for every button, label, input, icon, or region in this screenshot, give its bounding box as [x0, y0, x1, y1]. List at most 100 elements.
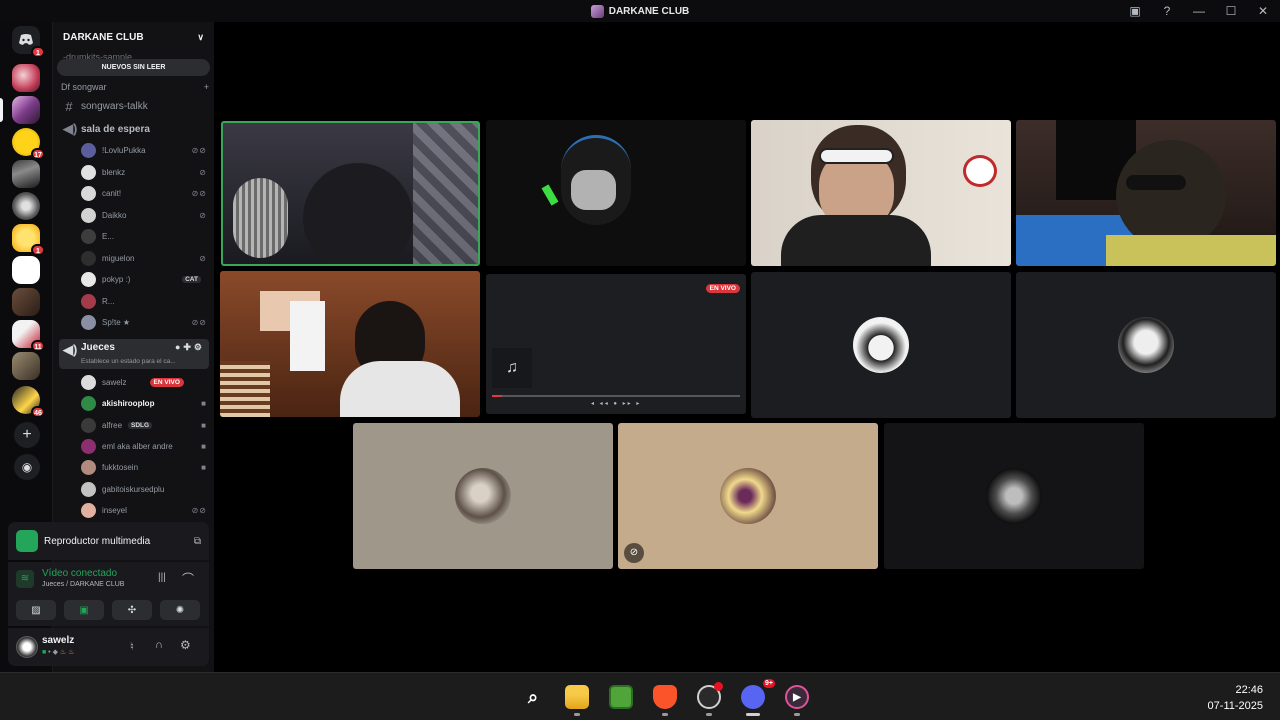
headphones-icon[interactable]: ∩	[155, 639, 163, 651]
member-name: Sp!te ★	[102, 318, 131, 327]
server-header[interactable]: DARKANE CLUB ∨	[53, 22, 214, 52]
mic-icon[interactable]: ♮	[130, 640, 134, 653]
waiting-member[interactable]: canit! ⊘⊘	[81, 184, 207, 203]
avatar	[81, 502, 96, 518]
avatar	[81, 250, 96, 266]
judge-member[interactable]: akishirooplop ■	[81, 394, 207, 413]
mute-deafen-icons: ⊘	[199, 210, 207, 220]
search-icon[interactable]: ⌕	[521, 685, 545, 709]
waiting-member[interactable]: R...	[81, 292, 207, 311]
voice-status[interactable]: Vídeo conectado	[42, 568, 117, 579]
server-icon-5[interactable]	[12, 192, 40, 220]
waiting-member[interactable]: !LovluPukka ⊘⊘	[81, 141, 207, 160]
minimize-button[interactable]: —	[1188, 2, 1210, 20]
playback-controls[interactable]: ◂ ◂◂ ● ▸▸ ▸	[591, 400, 641, 407]
video-tile-3[interactable]	[751, 120, 1011, 266]
judge-member[interactable]: fukktosein ■	[81, 458, 207, 477]
server-icon-1[interactable]	[12, 64, 40, 92]
category-header[interactable]: Df songwar +	[61, 82, 209, 92]
waiting-member[interactable]: blenkz ⊘	[81, 163, 207, 182]
progress-bar[interactable]	[492, 395, 740, 397]
video-tile-avatar-8[interactable]	[1016, 272, 1276, 418]
discover-icon[interactable]: ◉	[14, 454, 40, 480]
soundboard-button[interactable]: ✺	[160, 600, 200, 620]
judge-member[interactable]: alfree SDLG ■	[81, 416, 207, 435]
server-icon-darkane[interactable]	[12, 96, 40, 124]
server-icon-4[interactable]	[12, 160, 40, 188]
soundwave-icon[interactable]: |||	[158, 572, 166, 583]
popout-icon[interactable]: ⧉	[194, 536, 201, 547]
video-tile-4[interactable]	[1016, 120, 1276, 266]
video-tile-speaking[interactable]	[221, 121, 480, 266]
minecraft-icon[interactable]	[609, 685, 633, 709]
mute-deafen-icons: ⊘⊘	[191, 189, 207, 198]
member-name: fukktosein	[102, 463, 139, 473]
video-tile-avatar-10[interactable]: ⊘	[618, 423, 878, 569]
file-explorer-icon[interactable]	[565, 685, 589, 709]
member-name: !LovluPukka	[102, 146, 146, 155]
discord-icon[interactable]: 9+	[741, 679, 775, 709]
media-player-card[interactable]: Reproductor multimedia ⧉	[8, 522, 209, 560]
video-tile-avatar-11[interactable]	[884, 423, 1144, 569]
brave-icon[interactable]	[653, 685, 677, 709]
video-tile-avatar-7[interactable]	[751, 272, 1011, 418]
member-name: pokyp :)	[102, 275, 131, 284]
channel-status[interactable]: Establece un estado para el ca...	[81, 358, 176, 365]
add-channel-icon[interactable]: +	[204, 82, 209, 92]
avatar[interactable]	[16, 636, 38, 658]
voice-location[interactable]: Jueces / DARKANE CLUB	[42, 581, 124, 588]
member-tag: CAT	[182, 276, 201, 283]
add-server-icon[interactable]: +	[14, 422, 40, 448]
member-name: gabitoiskursedplu	[102, 484, 165, 494]
member-name: inseyel	[102, 505, 127, 515]
screen-share-button[interactable]: ▣	[64, 600, 104, 620]
speaker-icon: ◀)	[63, 121, 78, 136]
disconnect-icon[interactable]: ⌒	[182, 570, 194, 587]
judge-member[interactable]: sawelz EN VIVO	[81, 373, 207, 392]
help-icon[interactable]: ?	[1156, 2, 1178, 20]
channel-action-icons[interactable]: ●✚⚙	[175, 342, 205, 353]
close-button[interactable]: ✕	[1252, 2, 1274, 20]
active-indicator	[746, 713, 760, 716]
username[interactable]: sawelz	[42, 635, 74, 646]
server-icon-9[interactable]: 11	[12, 320, 45, 352]
server-icon-11[interactable]: 46	[12, 386, 45, 418]
obs-icon[interactable]	[697, 682, 723, 709]
video-tile-5[interactable]	[220, 271, 480, 417]
inbox-icon[interactable]: ▣	[1124, 2, 1146, 20]
video-tile-2[interactable]	[486, 120, 746, 266]
server-icon-6[interactable]: 1	[12, 224, 45, 256]
gear-icon[interactable]: ⚙	[180, 638, 191, 652]
camera-icon: ■	[201, 463, 207, 473]
signal-icon[interactable]: ≋	[16, 570, 34, 588]
server-icon-3[interactable]: 17	[12, 128, 45, 160]
home-button[interactable]: 1	[12, 26, 45, 58]
soundboard-icon: ✺	[175, 604, 185, 616]
video-tile-stream[interactable]: EN VIVO ♫ ◂ ◂◂ ● ▸▸ ▸	[486, 274, 746, 414]
system-clock[interactable]: 22:46 07-11-2025	[1208, 682, 1263, 714]
judge-member[interactable]: gabitoiskursedplu	[81, 480, 207, 499]
waiting-member[interactable]: Sp!te ★ ⊘⊘	[81, 313, 207, 332]
judge-member[interactable]: eml aka alber andre ■	[81, 437, 207, 456]
new-unread-button[interactable]: NUEVOS SIN LEER	[57, 59, 210, 76]
media-player-icon[interactable]: ▶	[785, 685, 809, 709]
camera-off-button[interactable]: ▨	[16, 600, 56, 620]
maximize-button[interactable]: ☐	[1220, 2, 1242, 20]
voice-channel-sala-de-espera[interactable]: ◀) sala de espera	[59, 119, 209, 139]
channel-songwars-talkk[interactable]: # songwars-talkk	[59, 96, 209, 116]
discord-logo-icon	[19, 34, 33, 45]
avatar	[81, 293, 96, 309]
windows-start-icon[interactable]	[476, 685, 500, 709]
waiting-member[interactable]: miguelon ⊘	[81, 249, 207, 268]
judge-member[interactable]: inseyel ⊘⊘	[81, 501, 207, 520]
waiting-member[interactable]: E...	[81, 227, 207, 246]
server-icon-7[interactable]	[12, 256, 40, 284]
server-icon-8[interactable]	[12, 288, 40, 316]
video-tile-avatar-9[interactable]	[353, 423, 613, 569]
window-controls: ▣ ? — ☐ ✕	[1124, 2, 1274, 20]
waiting-member[interactable]: pokyp :) CAT	[81, 270, 207, 289]
avatar	[81, 315, 96, 330]
activities-button[interactable]: ✣	[112, 600, 152, 620]
server-icon-10[interactable]	[12, 352, 40, 380]
waiting-member[interactable]: Daikko ⊘	[81, 206, 207, 225]
